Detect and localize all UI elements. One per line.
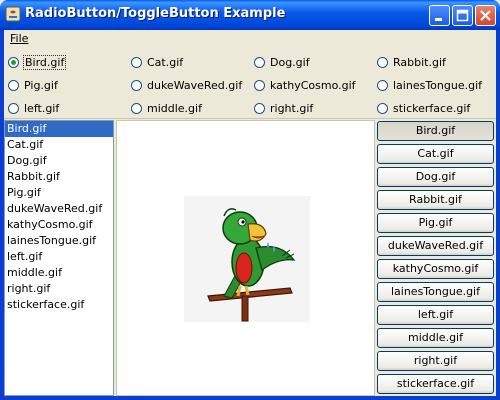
minimize-button[interactable] <box>429 5 450 26</box>
menu-file[interactable]: File <box>10 32 28 45</box>
radio-circle-icon <box>254 56 265 68</box>
toggle-right[interactable]: right.gif <box>377 351 494 371</box>
list-item[interactable]: Cat.gif <box>5 137 113 153</box>
list-item[interactable]: kathyCosmo.gif <box>5 217 113 233</box>
radio-dukewavered[interactable]: dukeWaveRed.gif <box>131 76 242 94</box>
parrot-image <box>184 196 310 322</box>
toggle-left[interactable]: left.gif <box>377 305 494 325</box>
list-item[interactable]: right.gif <box>5 281 113 297</box>
list-item[interactable]: stickerface.gif <box>5 297 113 313</box>
java-app-icon <box>5 6 21 22</box>
image-preview <box>116 120 375 396</box>
radio-label: Bird.gif <box>22 54 67 70</box>
toggle-stickerface[interactable]: stickerface.gif <box>377 374 494 394</box>
menu-bar: File <box>4 30 496 49</box>
radio-label: dukeWaveRed.gif <box>147 78 243 92</box>
radio-circle-icon <box>131 102 142 114</box>
menu-file-label: File <box>10 32 29 45</box>
radio-circle-icon <box>377 79 388 91</box>
radio-label: Dog.gif <box>270 55 310 69</box>
list-item[interactable]: Dog.gif <box>5 153 113 169</box>
radio-bird[interactable]: Bird.gif <box>8 53 67 71</box>
radio-label: Pig.gif <box>24 78 58 92</box>
app-window: RadioButton/ToggleButton Example File Bi… <box>0 0 500 400</box>
toggle-dog[interactable]: Dog.gif <box>377 167 494 187</box>
client-area: File Bird.gif Cat.gif Dog.gif Rabbit.gif Pig… <box>4 30 496 396</box>
radio-label: stickerface.gif <box>393 101 471 115</box>
radio-button-group: Bird.gif Cat.gif Dog.gif Rabbit.gif Pig.gif d… <box>4 49 496 119</box>
radio-circle-icon <box>8 79 19 91</box>
radio-circle-icon <box>377 102 388 114</box>
radio-label: Cat.gif <box>147 55 184 69</box>
toggle-rabbit[interactable]: Rabbit.gif <box>377 190 494 210</box>
toggle-pig[interactable]: Pig.gif <box>377 213 494 233</box>
toggle-kathycosmo[interactable]: kathyCosmo.gif <box>377 259 494 279</box>
radio-lainestongue[interactable]: lainesTongue.gif <box>377 76 482 94</box>
radio-circle-icon <box>131 56 142 68</box>
toggle-middle[interactable]: middle.gif <box>377 328 494 348</box>
radio-label: middle.gif <box>147 101 202 115</box>
list-item[interactable]: Pig.gif <box>5 185 113 201</box>
list-item[interactable]: lainesTongue.gif <box>5 233 113 249</box>
list-item[interactable]: middle.gif <box>5 265 113 281</box>
list-item[interactable]: dukeWaveRed.gif <box>5 201 113 217</box>
radio-circle-icon <box>131 79 142 91</box>
radio-right[interactable]: right.gif <box>254 99 313 117</box>
radio-stickerface[interactable]: stickerface.gif <box>377 99 470 117</box>
toggle-dukewavered[interactable]: dukeWaveRed.gif <box>377 236 494 256</box>
minimize-icon <box>435 18 442 21</box>
title-bar[interactable]: RadioButton/ToggleButton Example <box>0 0 500 30</box>
toggle-bird[interactable]: Bird.gif <box>377 121 494 141</box>
list-item[interactable]: Rabbit.gif <box>5 169 113 185</box>
toggle-button-group: Bird.gif Cat.gif Dog.gif Rabbit.gif Pig.gif d… <box>377 120 496 396</box>
radio-circle-icon <box>8 102 19 114</box>
radio-rabbit[interactable]: Rabbit.gif <box>377 53 446 71</box>
toggle-cat[interactable]: Cat.gif <box>377 144 494 164</box>
radio-circle-icon <box>8 56 19 68</box>
image-list[interactable]: Bird.gif Cat.gif Dog.gif Rabbit.gif Pig.gif d… <box>4 120 114 396</box>
radio-circle-icon <box>254 102 265 114</box>
radio-cat[interactable]: Cat.gif <box>131 53 183 71</box>
radio-middle[interactable]: middle.gif <box>131 99 202 117</box>
radio-circle-icon <box>377 56 388 68</box>
maximize-icon <box>456 9 469 22</box>
close-icon <box>480 10 491 21</box>
list-item[interactable]: Bird.gif <box>5 121 113 137</box>
close-button[interactable] <box>475 5 496 26</box>
radio-label: left.gif <box>24 101 60 115</box>
radio-dog[interactable]: Dog.gif <box>254 53 310 71</box>
radio-pig[interactable]: Pig.gif <box>8 76 58 94</box>
list-item[interactable]: left.gif <box>5 249 113 265</box>
radio-left[interactable]: left.gif <box>8 99 59 117</box>
radio-label: lainesTongue.gif <box>393 78 483 92</box>
radio-circle-icon <box>254 79 265 91</box>
radio-label: kathyCosmo.gif <box>270 78 356 92</box>
maximize-button[interactable] <box>452 5 473 26</box>
radio-kathycosmo[interactable]: kathyCosmo.gif <box>254 76 356 94</box>
radio-label: Rabbit.gif <box>393 55 446 69</box>
window-title: RadioButton/ToggleButton Example <box>25 6 286 21</box>
radio-label: right.gif <box>270 101 314 115</box>
toggle-lainestongue[interactable]: lainesTongue.gif <box>377 282 494 302</box>
